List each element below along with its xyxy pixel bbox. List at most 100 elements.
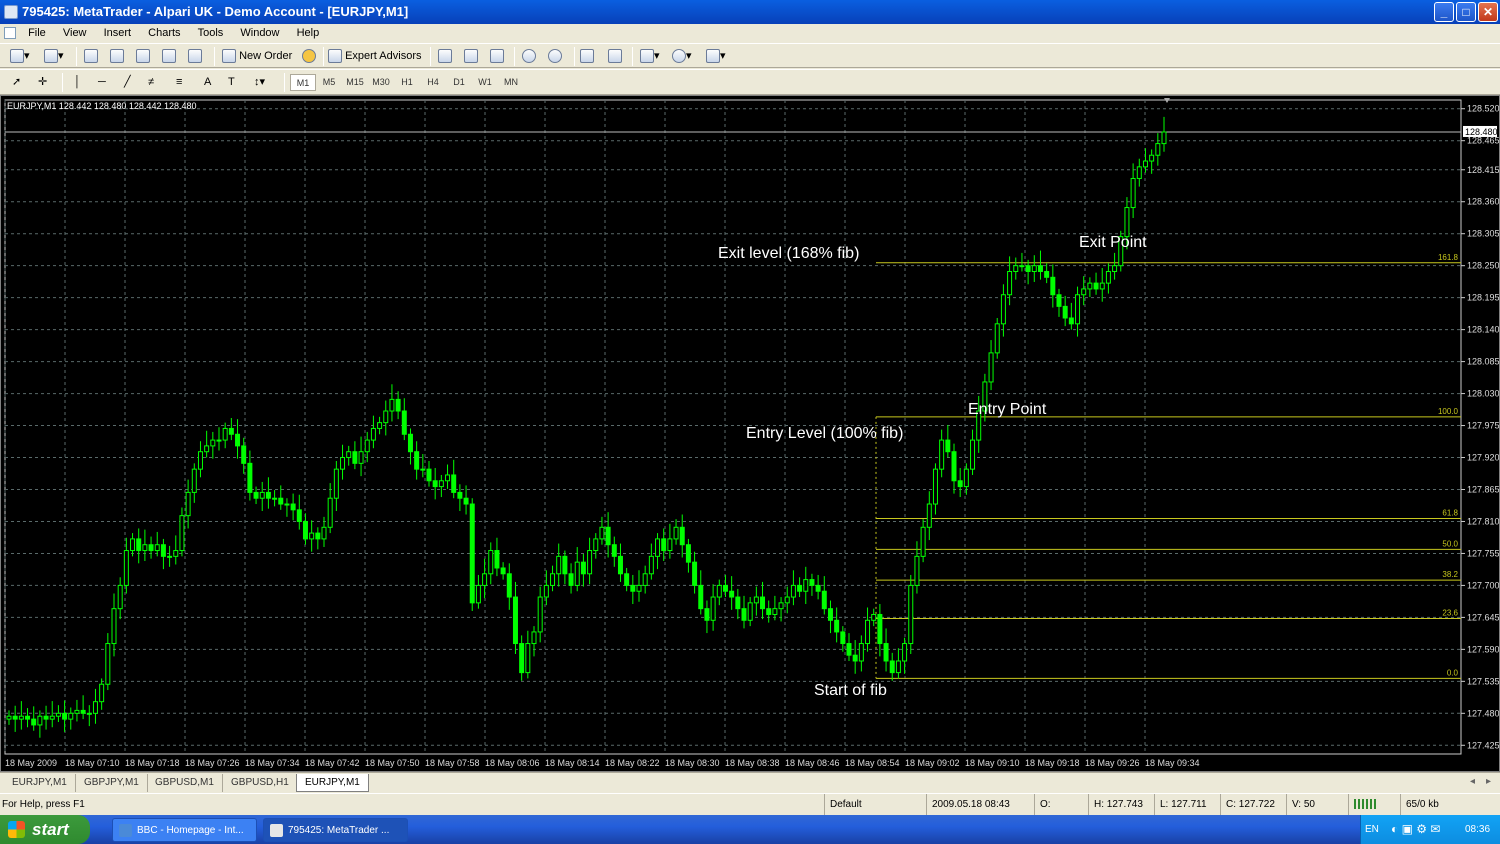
candle-body [1025, 265, 1031, 272]
auto-scroll-icon[interactable] [580, 48, 594, 65]
indicators-icon[interactable]: ▾ [640, 48, 660, 65]
chart-window[interactable]: 161.8 100.0 61.8 50.0 38.2 23.6 0.0 128.520 128… [0, 95, 1500, 772]
candle-body [414, 451, 420, 470]
chart-shift-icon[interactable] [608, 48, 622, 65]
expert-advisors-button[interactable]: Expert Advisors [328, 48, 421, 65]
candle-body [321, 526, 327, 540]
candle-body [630, 584, 636, 592]
chart-tab[interactable]: GBPUSD,M1 [147, 774, 223, 792]
new-chart-icon[interactable]: ▾ [10, 48, 30, 65]
taskbar-item-metatrader[interactable]: 795425: MetaTrader ... [263, 818, 408, 842]
arrows-icon[interactable]: ↕▾ [254, 74, 265, 91]
menu-insert[interactable]: Insert [97, 24, 139, 43]
metatrader-task-icon [270, 824, 283, 837]
annotation-entry-level[interactable]: Entry Level (100% fib) [746, 425, 903, 442]
candle-body [340, 457, 346, 470]
cursor-icon[interactable]: ➚ [12, 74, 21, 91]
bar-chart-icon[interactable] [438, 48, 452, 65]
standard-toolbar: ▾ ▾ New Order Expert Advisors ▾ ▾ ▾ [0, 43, 1500, 68]
x-tick-label: 18 May 09:26 [1085, 758, 1140, 768]
new-order-icon [222, 49, 236, 64]
x-tick-label: 18 May 07:50 [365, 758, 420, 768]
timeframe-m15[interactable]: M15 [342, 74, 368, 91]
candle-body [809, 579, 815, 586]
menu-bar: File View Insert Charts Tools Window Hel… [0, 24, 1500, 62]
chart-tab[interactable]: GBPUSD,H1 [223, 774, 298, 792]
timeframe-h4[interactable]: H4 [420, 74, 446, 91]
crosshair-icon[interactable]: ✛ [38, 74, 47, 91]
tabs-scroll-right-icon[interactable]: ▸ [1486, 776, 1491, 787]
timeframe-d1[interactable]: D1 [446, 74, 472, 91]
templates-icon[interactable]: ▾ [706, 48, 726, 65]
menu-help[interactable]: Help [290, 24, 327, 43]
maximize-button[interactable]: □ [1456, 2, 1476, 22]
annotation-exit-level[interactable]: Exit level (168% fib) [718, 245, 859, 262]
new-order-button[interactable]: New Order [222, 48, 292, 65]
text-icon[interactable]: A [204, 74, 211, 91]
candle-body [62, 712, 68, 720]
periods-icon[interactable]: ▾ [672, 48, 692, 65]
candle-body [216, 439, 222, 442]
candle-body [12, 715, 18, 720]
minimize-button[interactable]: _ [1434, 2, 1454, 22]
terminal-icon[interactable] [162, 48, 176, 65]
timeframe-h1[interactable]: H1 [394, 74, 420, 91]
candle-body [550, 573, 556, 586]
zoom-in-icon[interactable] [522, 48, 536, 65]
timeframe-m1[interactable]: M1 [290, 74, 316, 91]
annotation-entry-point[interactable]: Entry Point [968, 401, 1047, 418]
timeframe-w1[interactable]: W1 [472, 74, 498, 91]
chart-tab-active[interactable]: EURJPY,M1 [296, 774, 369, 792]
candle-body [247, 462, 253, 493]
timeframe-mn[interactable]: MN [498, 74, 524, 91]
horizontal-line-icon[interactable]: ─ [98, 74, 106, 91]
language-indicator[interactable]: EN [1365, 815, 1379, 844]
start-button[interactable]: start [0, 815, 90, 844]
timeframe-m30[interactable]: M30 [368, 74, 394, 91]
menu-file[interactable]: File [21, 24, 53, 43]
candle-body [790, 584, 796, 598]
tabs-scroll-left-icon[interactable]: ◂ [1470, 776, 1475, 787]
candle-body [185, 491, 191, 517]
task-label: BBC - Homepage - Int... [137, 825, 244, 836]
trendline-icon[interactable]: ╱ [124, 74, 131, 91]
x-tick-label: 18 May 2009 [5, 758, 57, 768]
ie-icon [119, 824, 132, 837]
candle-body [1105, 270, 1111, 284]
chart-tab[interactable]: EURJPY,M1 [4, 774, 76, 792]
metaeditor-icon[interactable] [302, 48, 316, 65]
profiles-icon[interactable]: ▾ [44, 48, 64, 65]
vertical-line-icon[interactable]: │ [74, 74, 81, 91]
taskbar-item-browser[interactable]: BBC - Homepage - Int... [112, 818, 257, 842]
fibonacci-icon[interactable]: ≡ [176, 74, 182, 91]
line-chart-icon[interactable] [490, 48, 504, 65]
chart-tab[interactable]: GBPJPY,M1 [76, 774, 148, 792]
navigator-icon[interactable] [110, 48, 124, 65]
text-label-icon[interactable]: T [228, 74, 235, 91]
tray-icons[interactable]: ◐ ▣ ⚙ ✉ [1391, 815, 1440, 844]
market-watch-icon[interactable] [84, 48, 98, 65]
candle-body [272, 497, 278, 500]
document-icon[interactable] [4, 27, 16, 39]
window-titlebar[interactable]: 795425: MetaTrader - Alpari UK - Demo Ac… [0, 0, 1500, 24]
strategy-tester-icon[interactable] [188, 48, 202, 65]
zoom-out-icon[interactable] [548, 48, 562, 65]
candle-body [704, 608, 710, 621]
data-window-icon[interactable] [136, 48, 150, 65]
candlestick-chart-icon[interactable] [464, 48, 478, 65]
annotation-start-of-fib[interactable]: Start of fib [814, 682, 887, 699]
menu-tools[interactable]: Tools [191, 24, 231, 43]
close-button[interactable]: ✕ [1478, 2, 1498, 22]
menu-view[interactable]: View [56, 24, 94, 43]
candlestick-chart[interactable]: 161.8 100.0 61.8 50.0 38.2 23.6 0.0 128.520 128… [1, 96, 1499, 771]
equidistant-channel-icon[interactable]: ≠ [148, 74, 154, 91]
menu-charts[interactable]: Charts [141, 24, 187, 43]
candle-body [494, 550, 500, 569]
candle-body [716, 584, 722, 598]
annotation-exit-point[interactable]: Exit Point [1079, 234, 1147, 251]
candle-body [797, 584, 803, 592]
timeframe-m5[interactable]: M5 [316, 74, 342, 91]
candle-body [537, 596, 543, 633]
candle-body [1056, 294, 1062, 307]
menu-window[interactable]: Window [233, 24, 286, 43]
